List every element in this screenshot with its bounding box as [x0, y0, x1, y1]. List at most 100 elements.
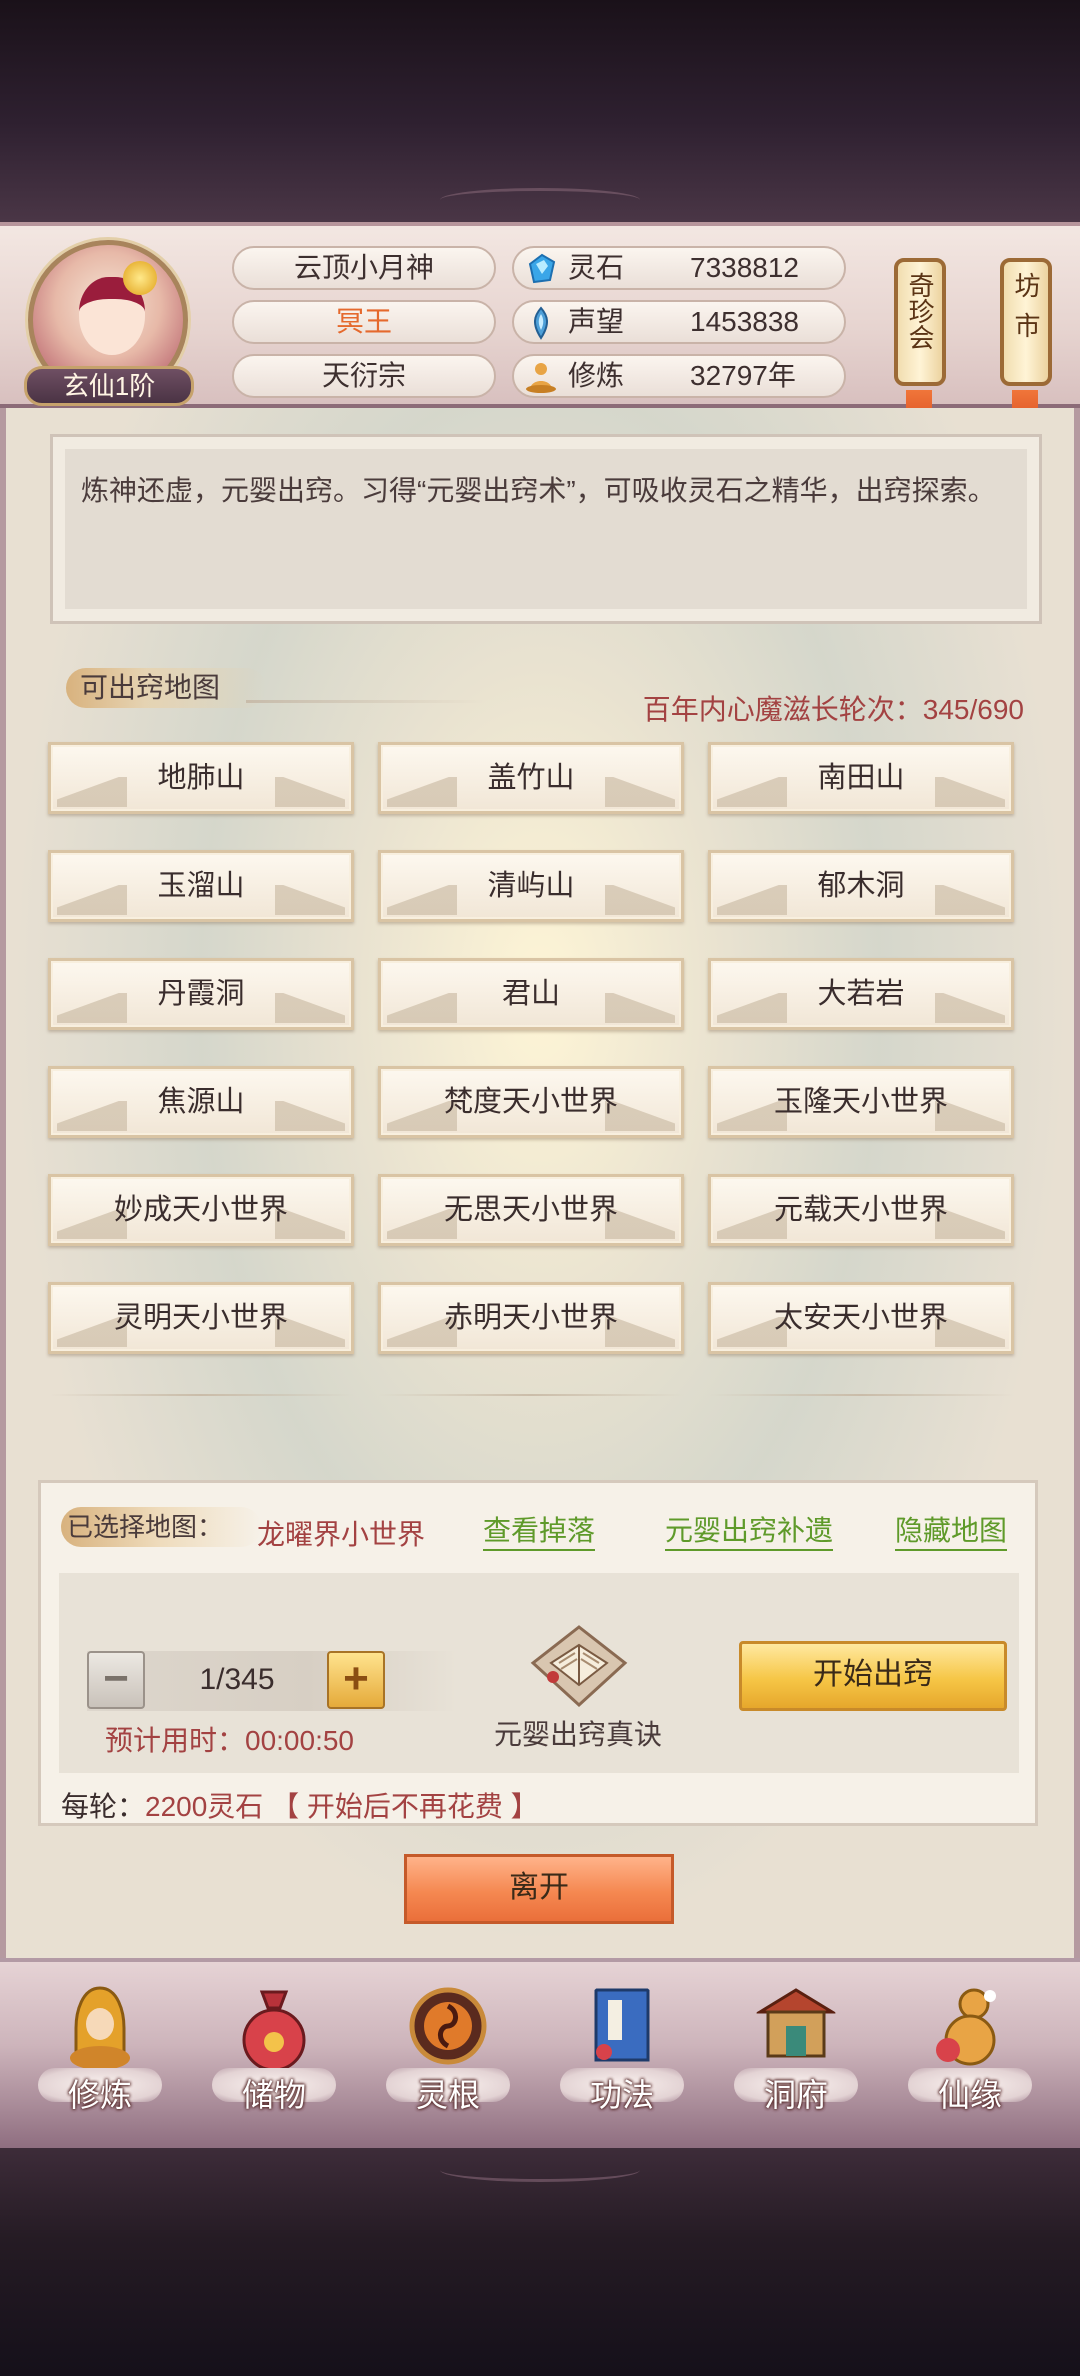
divider [708, 1394, 1014, 1396]
nav-item-techniques[interactable]: 功法 [552, 1982, 692, 2142]
stat-value: 7338812 [690, 252, 800, 283]
flower-icon [123, 261, 157, 295]
view-drops-link[interactable]: 查看掉落 [483, 1509, 596, 1551]
leave-button[interactable]: 离开 [404, 1854, 674, 1924]
cost-prefix: 每轮： [61, 1791, 146, 1822]
stat-reputation: 声望 1453838 [512, 300, 846, 344]
map-label: 太安天小世界 [773, 1302, 948, 1334]
map-label: 清屿山 [487, 870, 575, 902]
section-divider [246, 700, 486, 703]
map-button[interactable]: 梵度天小世界 [378, 1066, 684, 1138]
nav-item-cultivate[interactable]: 修炼 [30, 1982, 170, 2142]
scripture-book-icon [594, 1988, 650, 2062]
map-section-title: 可出窍地图 [66, 668, 266, 708]
map-button[interactable]: 无思天小世界 [378, 1174, 684, 1246]
map-button[interactable]: 盖竹山 [378, 742, 684, 814]
nav-item-storage[interactable]: 储物 [204, 1982, 344, 2142]
map-label: 梵度天小世界 [443, 1086, 618, 1118]
divider [48, 1394, 354, 1396]
demon-round-counter: 百年内心魔滋长轮次：345/690 [642, 694, 1024, 725]
increase-button[interactable]: + [327, 1651, 385, 1709]
reputation-icon [534, 306, 548, 340]
bottom-nav: 修炼 储物 灵根 功法 洞府 仙缘 [0, 1958, 1080, 2148]
stat-cultivation: 修炼 32797年 [512, 354, 846, 398]
map-label: 妙成天小世界 [113, 1194, 288, 1226]
nav-item-spirit-root[interactable]: 灵根 [378, 1982, 518, 2142]
top-decor-band [0, 0, 1080, 222]
player-sect: 天衍宗 [232, 354, 496, 398]
rank-badge: 玄仙1阶 [24, 366, 194, 406]
nav-label: 灵根 [415, 2077, 480, 2113]
player-title[interactable]: 冥王 [232, 300, 496, 344]
stat-spirit-stone: 灵石 7338812 [512, 246, 846, 290]
stat-value: 32797年 [690, 360, 796, 391]
map-label: 元载天小世界 [773, 1194, 948, 1226]
map-label: 地肺山 [157, 762, 245, 794]
cave-mansion-icon [756, 1988, 836, 2058]
map-button[interactable]: 玉溜山 [48, 850, 354, 922]
start-button[interactable]: 开始出窍 [739, 1641, 1007, 1711]
map-label: 无思天小世界 [443, 1194, 618, 1226]
map-button[interactable]: 地肺山 [48, 742, 354, 814]
stat-label: 灵石 [568, 252, 625, 283]
map-label: 郁木洞 [817, 870, 905, 902]
map-label: 丹霞洞 [157, 978, 245, 1010]
map-label: 玉溜山 [157, 870, 245, 902]
map-label: 赤明天小世界 [443, 1302, 618, 1334]
gourd-icon [936, 1988, 996, 2066]
map-button[interactable]: 妙成天小世界 [48, 1174, 354, 1246]
stepper-value: 1/345 [199, 1663, 275, 1696]
map-button[interactable]: 清屿山 [378, 850, 684, 922]
hide-map-link[interactable]: 隐藏地图 [895, 1509, 1008, 1551]
map-label: 焦源山 [157, 1086, 245, 1118]
player-name: 云顶小月神 [232, 246, 496, 290]
nav-item-fate[interactable]: 仙缘 [900, 1982, 1040, 2142]
quantity-stepper: − 1/345 + [87, 1651, 457, 1711]
map-label: 南田山 [817, 762, 905, 794]
treasure-fair-banner[interactable]: 奇珍会 [894, 258, 946, 386]
supplement-link[interactable]: 元婴出窍补遗 [665, 1509, 834, 1551]
book-icon[interactable] [529, 1623, 629, 1713]
divider [378, 1394, 684, 1396]
banner-label: 坊市 [1011, 272, 1041, 352]
selected-map-name: 龙曜界小世界 [257, 1519, 426, 1550]
map-button[interactable]: 大若岩 [708, 958, 1014, 1030]
estimated-time: 预计用时：00:00:50 [105, 1725, 354, 1756]
map-button[interactable]: 玉隆天小世界 [708, 1066, 1014, 1138]
cost-per-round: 每轮：2200灵石 【 开始后不再花费 】 [61, 1785, 539, 1825]
market-banner[interactable]: 坊市 [1000, 258, 1052, 386]
nav-label: 修炼 [67, 2077, 132, 2113]
map-label: 盖竹山 [487, 762, 575, 794]
book-label: 元婴出窍真诀 [494, 1719, 663, 1750]
stat-value: 1453838 [690, 306, 800, 337]
map-button[interactable]: 赤明天小世界 [378, 1282, 684, 1354]
nav-label: 洞府 [763, 2077, 828, 2113]
map-button[interactable]: 南田山 [708, 742, 1014, 814]
map-label: 君山 [501, 978, 560, 1010]
spirit-stone-icon [528, 253, 556, 284]
map-button[interactable]: 丹霞洞 [48, 958, 354, 1030]
stat-label: 声望 [568, 306, 625, 337]
nav-label: 仙缘 [937, 2077, 1002, 2113]
map-button[interactable]: 灵明天小世界 [48, 1282, 354, 1354]
meditation-icon [70, 1986, 130, 2070]
map-button[interactable]: 君山 [378, 958, 684, 1030]
decrease-button[interactable]: − [87, 1651, 145, 1709]
treasure-bag-icon [242, 1990, 306, 2072]
map-button[interactable]: 元载天小世界 [708, 1174, 1014, 1246]
selected-map-label: 已选择地图： [61, 1507, 261, 1547]
banner-label: 奇珍会 [905, 272, 935, 350]
cost-value: 2200灵石 【 开始后不再花费 】 [145, 1791, 539, 1822]
control-box: − 1/345 + 预计用时：00:00:50 元婴出窍真诀 开始出窍 [59, 1573, 1019, 1773]
nav-label: 功法 [589, 2077, 654, 2113]
map-label: 灵明天小世界 [113, 1302, 288, 1334]
map-button[interactable]: 太安天小世界 [708, 1282, 1014, 1354]
selection-panel: 已选择地图： 龙曜界小世界 查看掉落 元婴出窍补遗 隐藏地图 − 1/345 +… [38, 1480, 1038, 1826]
top-ornament [440, 188, 640, 212]
description-text: 炼神还虚，元婴出窍。习得“元婴出窍术”，可吸收灵石之精华，出窍探索。 [65, 449, 1027, 609]
map-button[interactable]: 郁木洞 [708, 850, 1014, 922]
map-button[interactable]: 焦源山 [48, 1066, 354, 1138]
bottom-decor-band [0, 2148, 1080, 2376]
nav-item-cave[interactable]: 洞府 [726, 1982, 866, 2142]
spirit-root-icon [409, 1987, 487, 2065]
